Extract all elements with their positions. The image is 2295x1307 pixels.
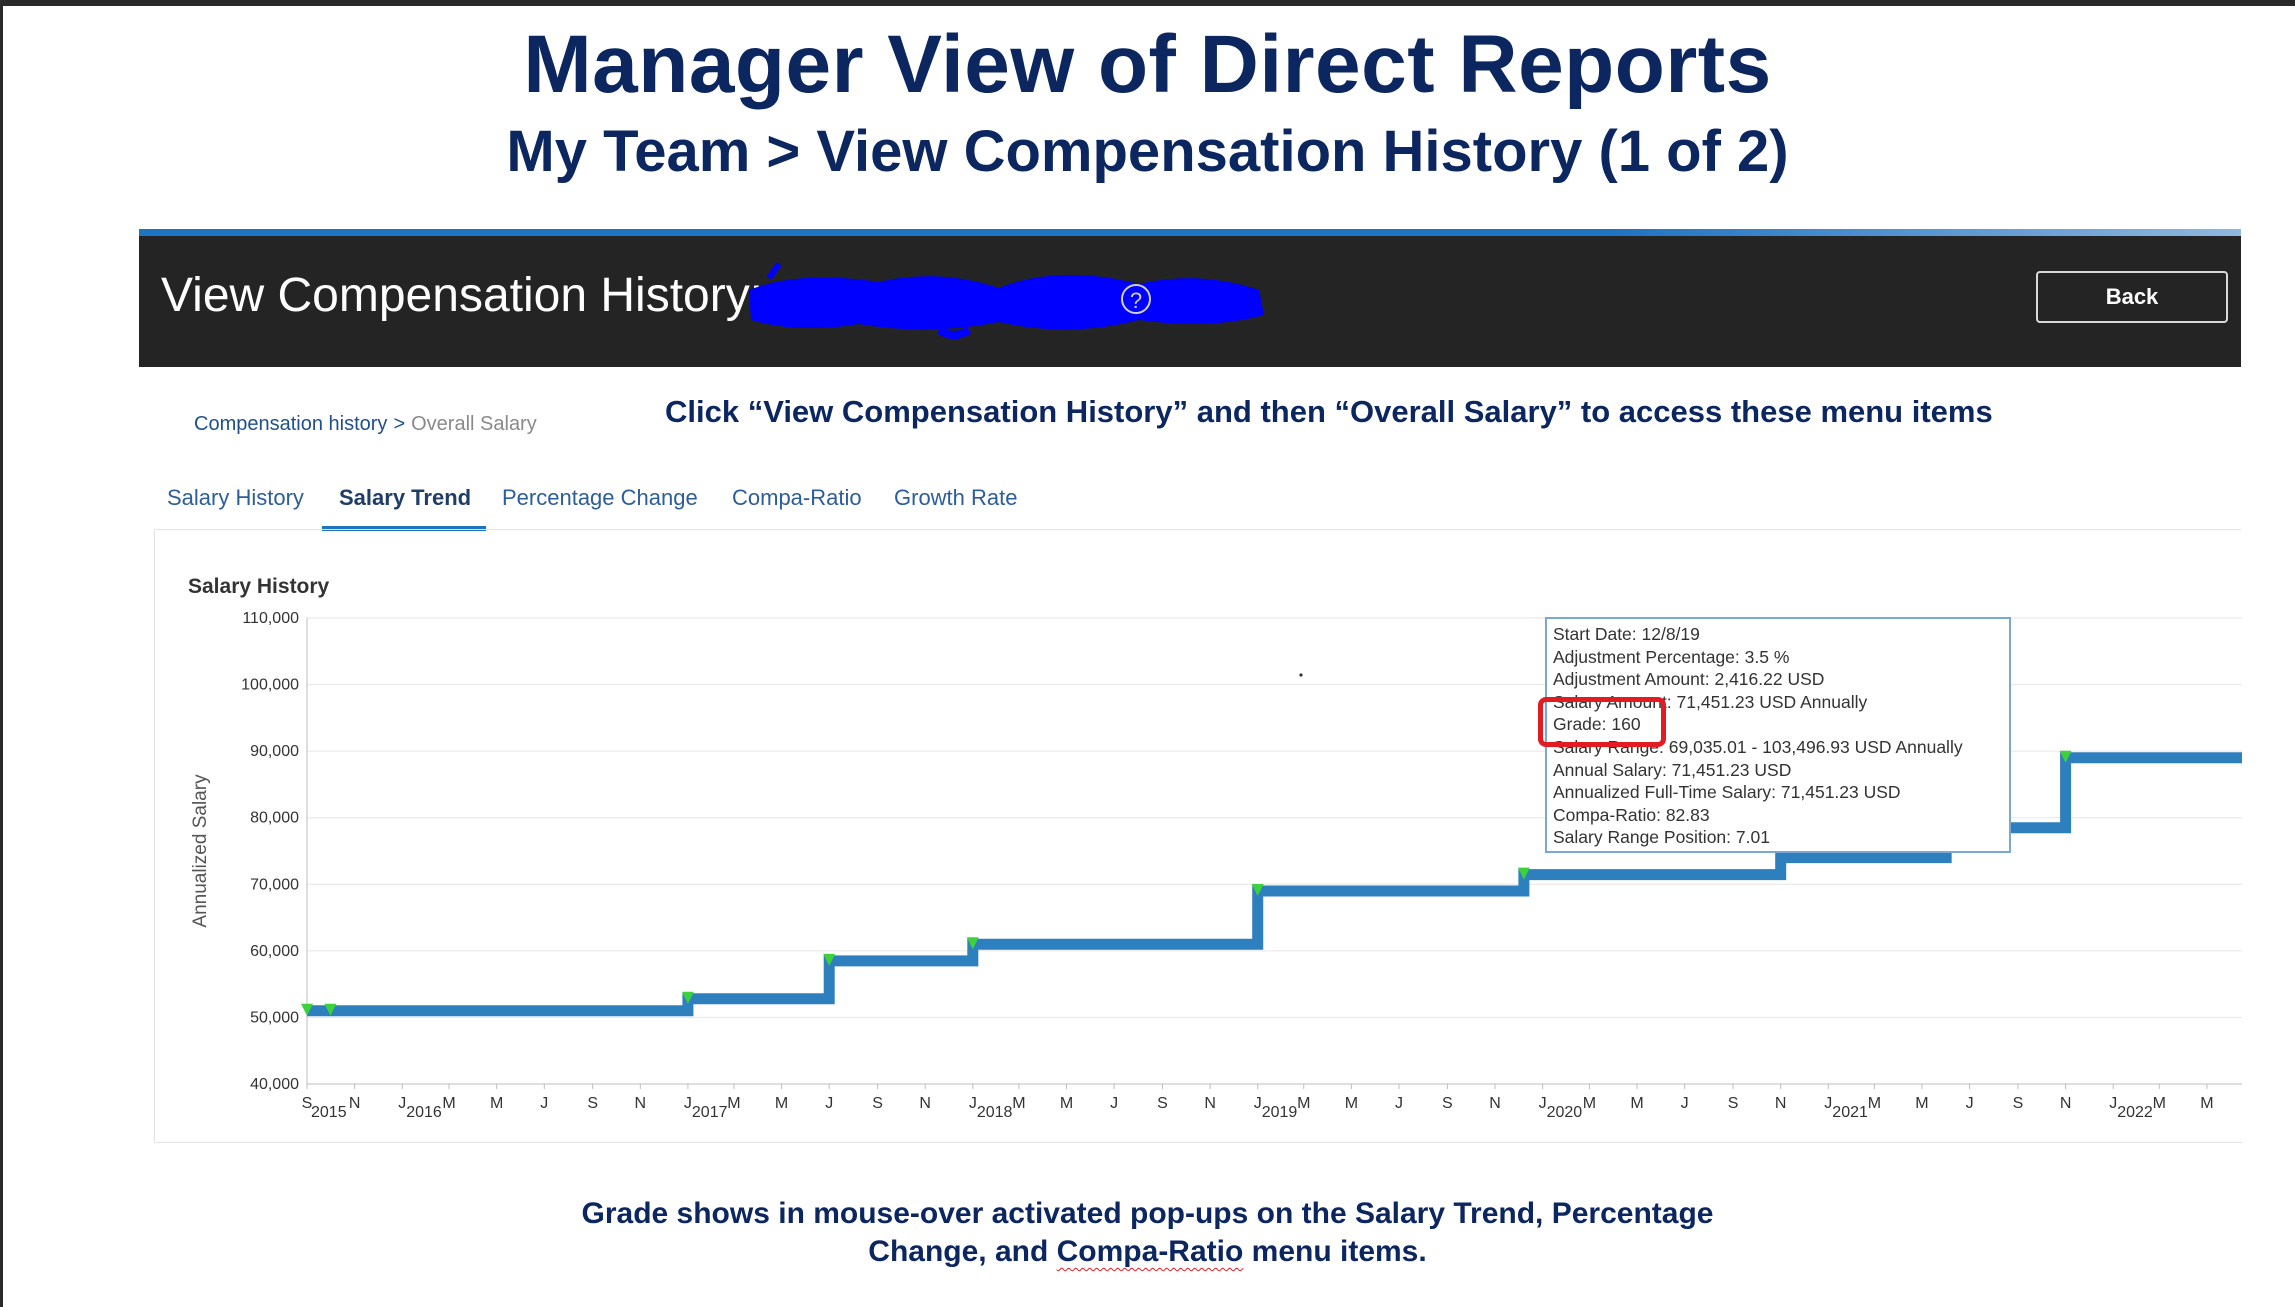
tooltip-compa-ratio: Compa-Ratio: 82.83 — [1553, 804, 1710, 825]
x-tick-label: M — [1345, 1095, 1358, 1112]
instruction-callout: Click “View Compensation History” and th… — [665, 394, 1993, 429]
x-year-label: 2021 — [1832, 1104, 1868, 1121]
x-tick-label: S — [1728, 1095, 1739, 1112]
tooltip-adjustment-percentage: Adjustment Percentage: 3.5 % — [1553, 646, 1790, 667]
x-tick-label: M — [1915, 1095, 1928, 1112]
screen-top-border — [0, 0, 2295, 6]
x-year-label: 2020 — [1547, 1104, 1583, 1121]
x-tick-label: M — [1297, 1095, 1310, 1112]
x-tick-label: J — [1539, 1095, 1547, 1112]
x-tick-label: N — [1204, 1095, 1216, 1112]
x-tick-label: M — [1868, 1095, 1881, 1112]
page-header: View Compensation History: ? Back — [139, 236, 2241, 367]
x-tick-label: N — [1775, 1095, 1787, 1112]
breadcrumb-current: Overall Salary — [411, 413, 537, 435]
y-tick-label: 50,000 — [250, 1009, 299, 1026]
breadcrumb: Compensation history > Overall Salary — [194, 413, 537, 436]
slide-subtitle: My Team > View Compensation History (1 o… — [506, 119, 1789, 184]
footer-note: Grade shows in mouse-over activated pop-… — [0, 1195, 2295, 1271]
y-tick-label: 70,000 — [250, 876, 299, 893]
x-year-label: 2022 — [2117, 1104, 2153, 1121]
x-tick-label: N — [919, 1095, 931, 1112]
x-tick-label: N — [635, 1095, 647, 1112]
breadcrumb-link-compensation-history[interactable]: Compensation history — [194, 413, 387, 435]
x-tick-label: N — [349, 1095, 361, 1112]
x-tick-label: J — [684, 1095, 692, 1112]
x-tick-label: S — [1157, 1095, 1168, 1112]
tab-percentage-change[interactable]: Percentage Change — [502, 485, 698, 511]
x-tick-label: M — [1012, 1095, 1025, 1112]
x-year-label: 2019 — [1262, 1104, 1298, 1121]
x-tick-label: J — [825, 1095, 833, 1112]
grade-highlight-box — [1538, 697, 1666, 747]
x-tick-label: J — [969, 1095, 977, 1112]
back-button[interactable]: Back — [2036, 271, 2228, 323]
tooltip-adjustment-amount: Adjustment Amount: 2,416.22 USD — [1553, 669, 1825, 690]
x-tick-label: J — [1110, 1095, 1118, 1112]
header-accent-line — [139, 229, 2241, 236]
x-tick-label: J — [1681, 1095, 1689, 1112]
chart-title: Salary History — [188, 575, 330, 598]
x-tick-label: N — [2060, 1095, 2072, 1112]
x-tick-label: J — [1395, 1095, 1403, 1112]
x-tick-label: J — [540, 1095, 548, 1112]
y-tick-label: 110,000 — [242, 610, 299, 627]
x-tick-label: S — [2013, 1095, 2024, 1112]
x-tick-label: M — [775, 1095, 788, 1112]
slide-title: Manager View of Direct Reports — [523, 19, 1772, 110]
y-tick-label: 100,000 — [241, 677, 299, 694]
tooltip-annualized-full-time-salary: Annualized Full-Time Salary: 71,451.23 U… — [1553, 782, 1901, 803]
tab-salary-trend[interactable]: Salary Trend — [339, 485, 471, 511]
y-tick-label: 80,000 — [250, 810, 299, 827]
footer-line-2: Change, and Compa-Ratio menu items. — [0, 1233, 2295, 1271]
x-tick-label: S — [872, 1095, 883, 1112]
x-tick-label: N — [1489, 1095, 1501, 1112]
tooltip-start-date: Start Date: 12/8/19 — [1553, 624, 1700, 644]
x-tick-label: M — [2153, 1095, 2166, 1112]
redaction-scribble — [749, 262, 1264, 339]
help-icon[interactable]: ? — [1121, 284, 1151, 314]
tab-salary-history[interactable]: Salary History — [167, 485, 304, 511]
screen-left-border — [0, 0, 3, 1307]
x-tick-label: J — [1966, 1095, 1974, 1112]
x-tick-label: J — [1824, 1095, 1832, 1112]
footer-line-2-c: menu items. — [1243, 1235, 1427, 1268]
x-year-label: 2015 — [311, 1104, 347, 1121]
x-tick-label: J — [398, 1095, 406, 1112]
tab-growth-rate[interactable]: Growth Rate — [894, 485, 1018, 511]
y-axis-title: Annualized Salary — [190, 774, 211, 928]
x-tick-label: M — [1060, 1095, 1073, 1112]
breadcrumb-separator: > — [393, 413, 406, 435]
x-tick-label: M — [442, 1095, 455, 1112]
tab-compa-ratio[interactable]: Compa-Ratio — [732, 485, 862, 511]
footer-line-1: Grade shows in mouse-over activated pop-… — [581, 1197, 1714, 1230]
x-year-label: 2018 — [977, 1104, 1013, 1121]
x-tick-label: J — [2109, 1095, 2117, 1112]
x-tick-label: S — [1442, 1095, 1453, 1112]
x-tick-label: M — [1630, 1095, 1643, 1112]
x-tick-label: M — [1583, 1095, 1596, 1112]
footer-compa-ratio-term: Compa-Ratio — [1056, 1235, 1244, 1268]
y-tick-label: 40,000 — [250, 1076, 299, 1093]
x-tick-label: J — [1254, 1095, 1262, 1112]
x-year-label: 2016 — [406, 1104, 442, 1121]
page-title: View Compensation History: — [161, 269, 764, 322]
x-tick-label: M — [2200, 1095, 2213, 1112]
footer-line-2-a: Change, and — [868, 1235, 1057, 1268]
y-tick-label: 90,000 — [250, 743, 299, 760]
x-tick-label: M — [490, 1095, 503, 1112]
tooltip-annual-salary: Annual Salary: 71,451.23 USD — [1553, 759, 1792, 780]
tooltip-salary-range-position: Salary Range Position: 7.01 — [1553, 827, 1770, 848]
stray-dot — [1299, 673, 1303, 677]
x-tick-label: M — [727, 1095, 740, 1112]
y-tick-label: 60,000 — [250, 943, 299, 960]
x-year-label: 2017 — [692, 1104, 728, 1121]
x-tick-label: S — [587, 1095, 598, 1112]
